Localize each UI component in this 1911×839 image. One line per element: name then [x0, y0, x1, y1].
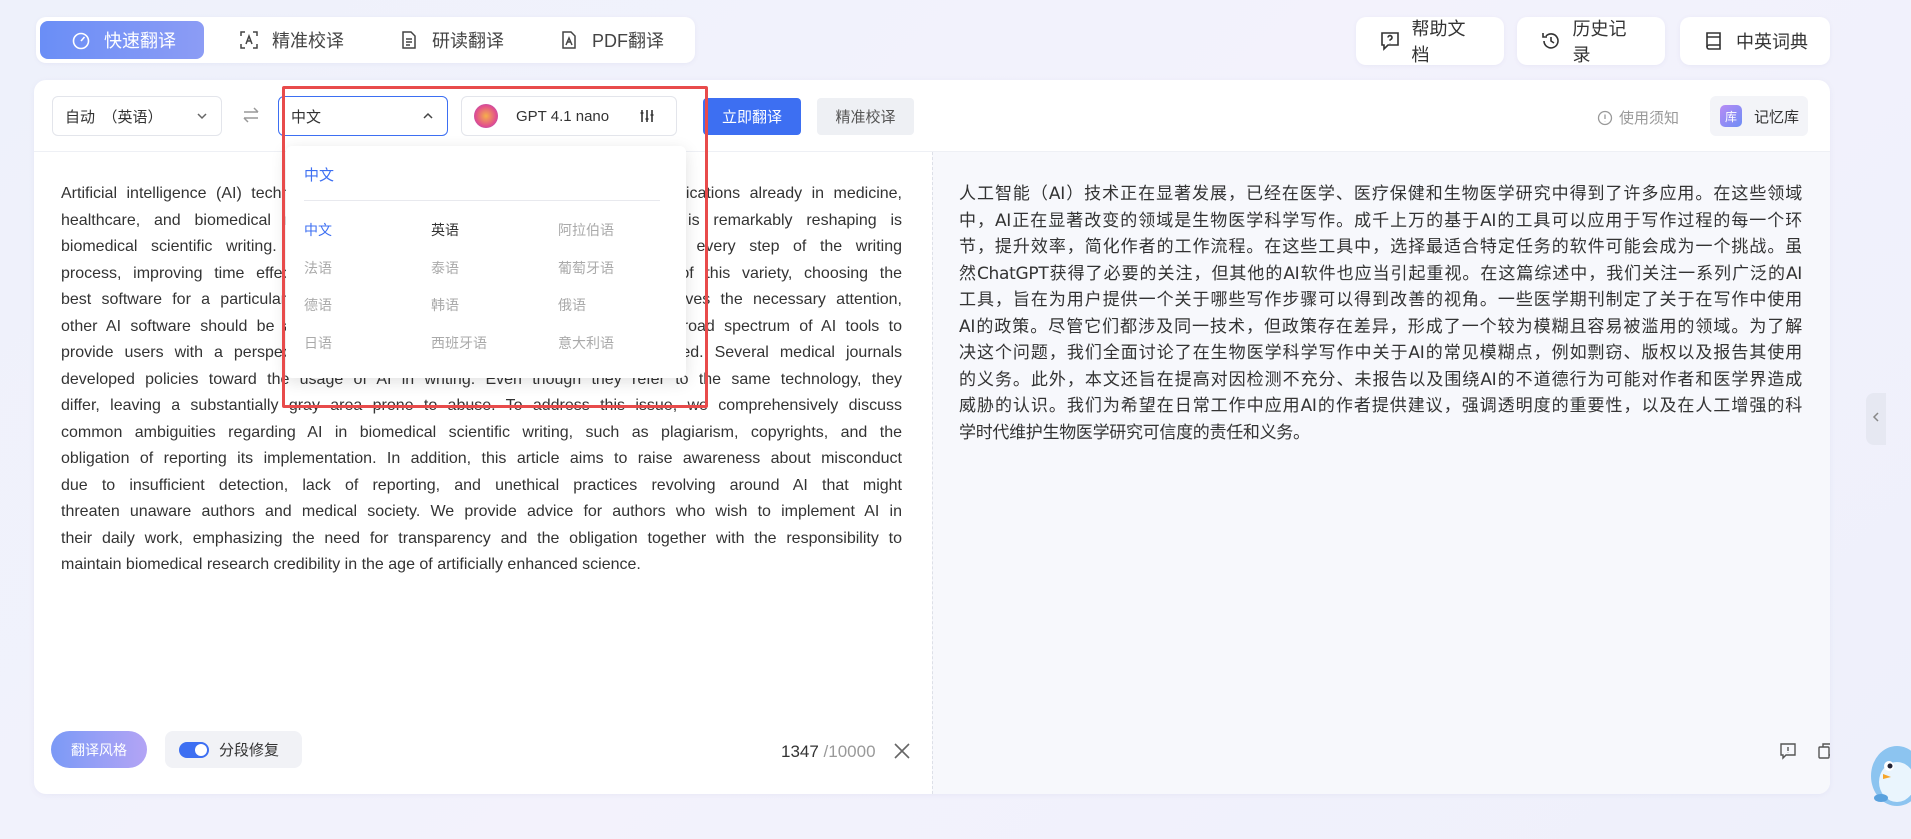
style-label: 翻译风格 [71, 741, 127, 758]
dictionary-label: 中英词典 [1736, 32, 1808, 52]
translate-now-button[interactable]: 立即翻译 [703, 98, 801, 135]
precise-proofread-label: 精准校译 [835, 109, 896, 126]
model-name: GPT 4.1 nano [516, 107, 610, 125]
character-count: 1347 /10000 [781, 742, 876, 762]
help-icon [1378, 29, 1402, 53]
side-panel-toggle[interactable] [1866, 393, 1886, 445]
lang-option[interactable]: 法语 [304, 258, 332, 278]
memory-bank-button[interactable]: 库 记忆库 [1710, 96, 1808, 136]
chevron-down-icon [195, 109, 209, 123]
text-line: differ, leaving a substantially gray are… [61, 397, 902, 414]
lang-option[interactable]: 意大利语 [558, 333, 614, 353]
tab-label: 快速翻译 [104, 31, 176, 51]
count-max: /10000 [818, 742, 876, 761]
lang-option[interactable]: 阿拉伯语 [558, 220, 614, 240]
language-dropdown: 中文 中文 英语 阿拉伯语 法语 泰语 葡萄牙语 德语 韩语 俄语 日语 西班牙… [286, 146, 686, 378]
lang-option[interactable]: 德语 [304, 295, 332, 315]
memory-label: 记忆库 [1754, 108, 1800, 126]
translation-pane: 人工智能（AI）技术正在显著发展，已经在医学、医疗保健和生物医学研究中得到了许多… [932, 152, 1830, 794]
speedometer-icon [70, 29, 92, 51]
chevron-up-icon [421, 109, 435, 123]
precise-proofread-button[interactable]: 精准校译 [817, 98, 914, 135]
feedback-icon[interactable] [1779, 742, 1799, 762]
target-language-select[interactable]: 中文 [278, 96, 448, 136]
text-line: 中，AI正在显著改变的领域是生物医学科学写作。成千上万的基于AI的工具可以应用于… [959, 210, 1802, 231]
lang-option[interactable]: 葡萄牙语 [558, 258, 614, 278]
text-scan-icon [238, 29, 260, 51]
text-line: AI的政策。尽管它们都涉及同一技术，但政策存在差异，形成了一个较为模糊且容易被滥… [959, 316, 1802, 337]
text-line: 决这个问题，我们全面讨论了在生物医学科学写作中关于AI的常见模糊点，例如剽窃、版… [959, 343, 1802, 363]
lang-option[interactable]: 泰语 [431, 258, 459, 278]
lang-option[interactable]: 俄语 [558, 295, 586, 315]
dictionary-button[interactable]: 中英词典 [1680, 17, 1830, 65]
swap-languages-icon[interactable] [240, 104, 262, 126]
clear-icon[interactable] [892, 741, 912, 761]
model-logo-icon [474, 104, 498, 128]
lang-option[interactable]: 英语 [431, 220, 459, 240]
copy-icon[interactable] [1817, 742, 1830, 762]
tab-label: PDF翻译 [592, 31, 664, 51]
mode-tabs: 快速翻译 精准校译 研读翻译 PDF翻译 [36, 17, 695, 63]
text-line: 学时代维护生物医学研究可信度的责任和义务。 [959, 422, 1310, 443]
usage-notice-link[interactable]: 使用须知 [1597, 107, 1679, 128]
toolbar: 自动 （英语） 中文 GPT 4.1 nano 立即翻译 精准校译 使用须知 库… [34, 80, 1830, 152]
pdf-icon [558, 29, 580, 51]
dropdown-divider [304, 200, 660, 201]
history-button[interactable]: 历史记录 [1517, 17, 1665, 65]
text-line: threaten unaware authors and medical soc… [61, 503, 902, 520]
text-line: 节，提升效率，简化作者的工作流程。在这些工具中，选择最适合特定任务的软件可能会成… [959, 237, 1802, 257]
translate-now-label: 立即翻译 [721, 109, 782, 126]
translation-style-button[interactable]: 翻译风格 [51, 731, 147, 768]
count-value: 1347 [781, 742, 819, 761]
chevron-left-icon [1871, 410, 1881, 428]
book-icon [1702, 29, 1726, 53]
help-docs-button[interactable]: 帮助文档 [1356, 17, 1504, 65]
document-icon [398, 29, 420, 51]
history-label: 历史记录 [1572, 19, 1627, 65]
segment-fix-toggle[interactable]: 分段修复 [165, 731, 302, 768]
help-label: 帮助文档 [1411, 19, 1466, 65]
text-line: 然ChatGPT获得了必要的关注，但其他的AI软件也应当引起重视。在这篇综述中，… [959, 263, 1802, 284]
tab-precise-proofread[interactable]: 精准校译 [208, 21, 364, 59]
text-line: 威胁的认识。我们为希望在日常工作中应用AI的作者提供建议，强调透明度的重要性，以… [959, 396, 1802, 416]
text-line: 工具，旨在为用户提供一个关于哪些写作步骤可以得到改善的视角。一些医学期刊制定了关… [959, 290, 1802, 310]
history-icon [1539, 29, 1563, 53]
model-select[interactable]: GPT 4.1 nano [461, 96, 677, 136]
text-line: 的义务。此外，本文还旨在提高对因检测不充分、未报告以及围绕AI的不道德行为可能对… [959, 369, 1802, 390]
dropdown-current-language[interactable]: 中文 [304, 164, 334, 185]
translation-text: 人工智能（AI）技术正在显著发展，已经在医学、医疗保健和生物医学研究中得到了许多… [959, 181, 1802, 446]
tab-quick-translate[interactable]: 快速翻译 [40, 21, 204, 59]
text-line: obligation of reporting its implementati… [61, 450, 902, 467]
lang-option[interactable]: 日语 [304, 333, 332, 353]
tab-label: 研读翻译 [432, 31, 504, 51]
text-line: due to insufficient detection, lack of r… [61, 476, 902, 494]
memory-bank-icon: 库 [1720, 105, 1742, 127]
lang-option[interactable]: 中文 [304, 220, 332, 240]
tab-label: 精准校译 [272, 31, 344, 51]
mascot-assistant-icon[interactable] [1867, 742, 1911, 808]
tab-pdf-translate[interactable]: PDF翻译 [528, 21, 684, 59]
target-language-value: 中文 [291, 108, 322, 126]
lang-option[interactable]: 西班牙语 [431, 333, 487, 353]
toggle-switch[interactable] [179, 741, 209, 758]
text-line: 人工智能（AI）技术正在显著发展，已经在医学、医疗保健和生物医学研究中得到了许多… [959, 184, 1802, 204]
lang-option[interactable]: 韩语 [431, 295, 459, 315]
source-language-value: 自动 （英语） [65, 108, 163, 126]
tab-study-translate[interactable]: 研读翻译 [368, 21, 524, 59]
settings-sliders-icon[interactable] [638, 107, 656, 125]
info-icon [1597, 110, 1613, 126]
segment-fix-label: 分段修复 [219, 742, 280, 759]
text-line: maintain biomedical research credibility… [61, 556, 641, 573]
notice-label: 使用须知 [1619, 110, 1680, 127]
source-language-select[interactable]: 自动 （英语） [52, 96, 222, 136]
text-line: their daily work, emphasizing the need f… [61, 529, 902, 547]
text-line: common ambiguities regarding AI in biome… [61, 423, 902, 441]
